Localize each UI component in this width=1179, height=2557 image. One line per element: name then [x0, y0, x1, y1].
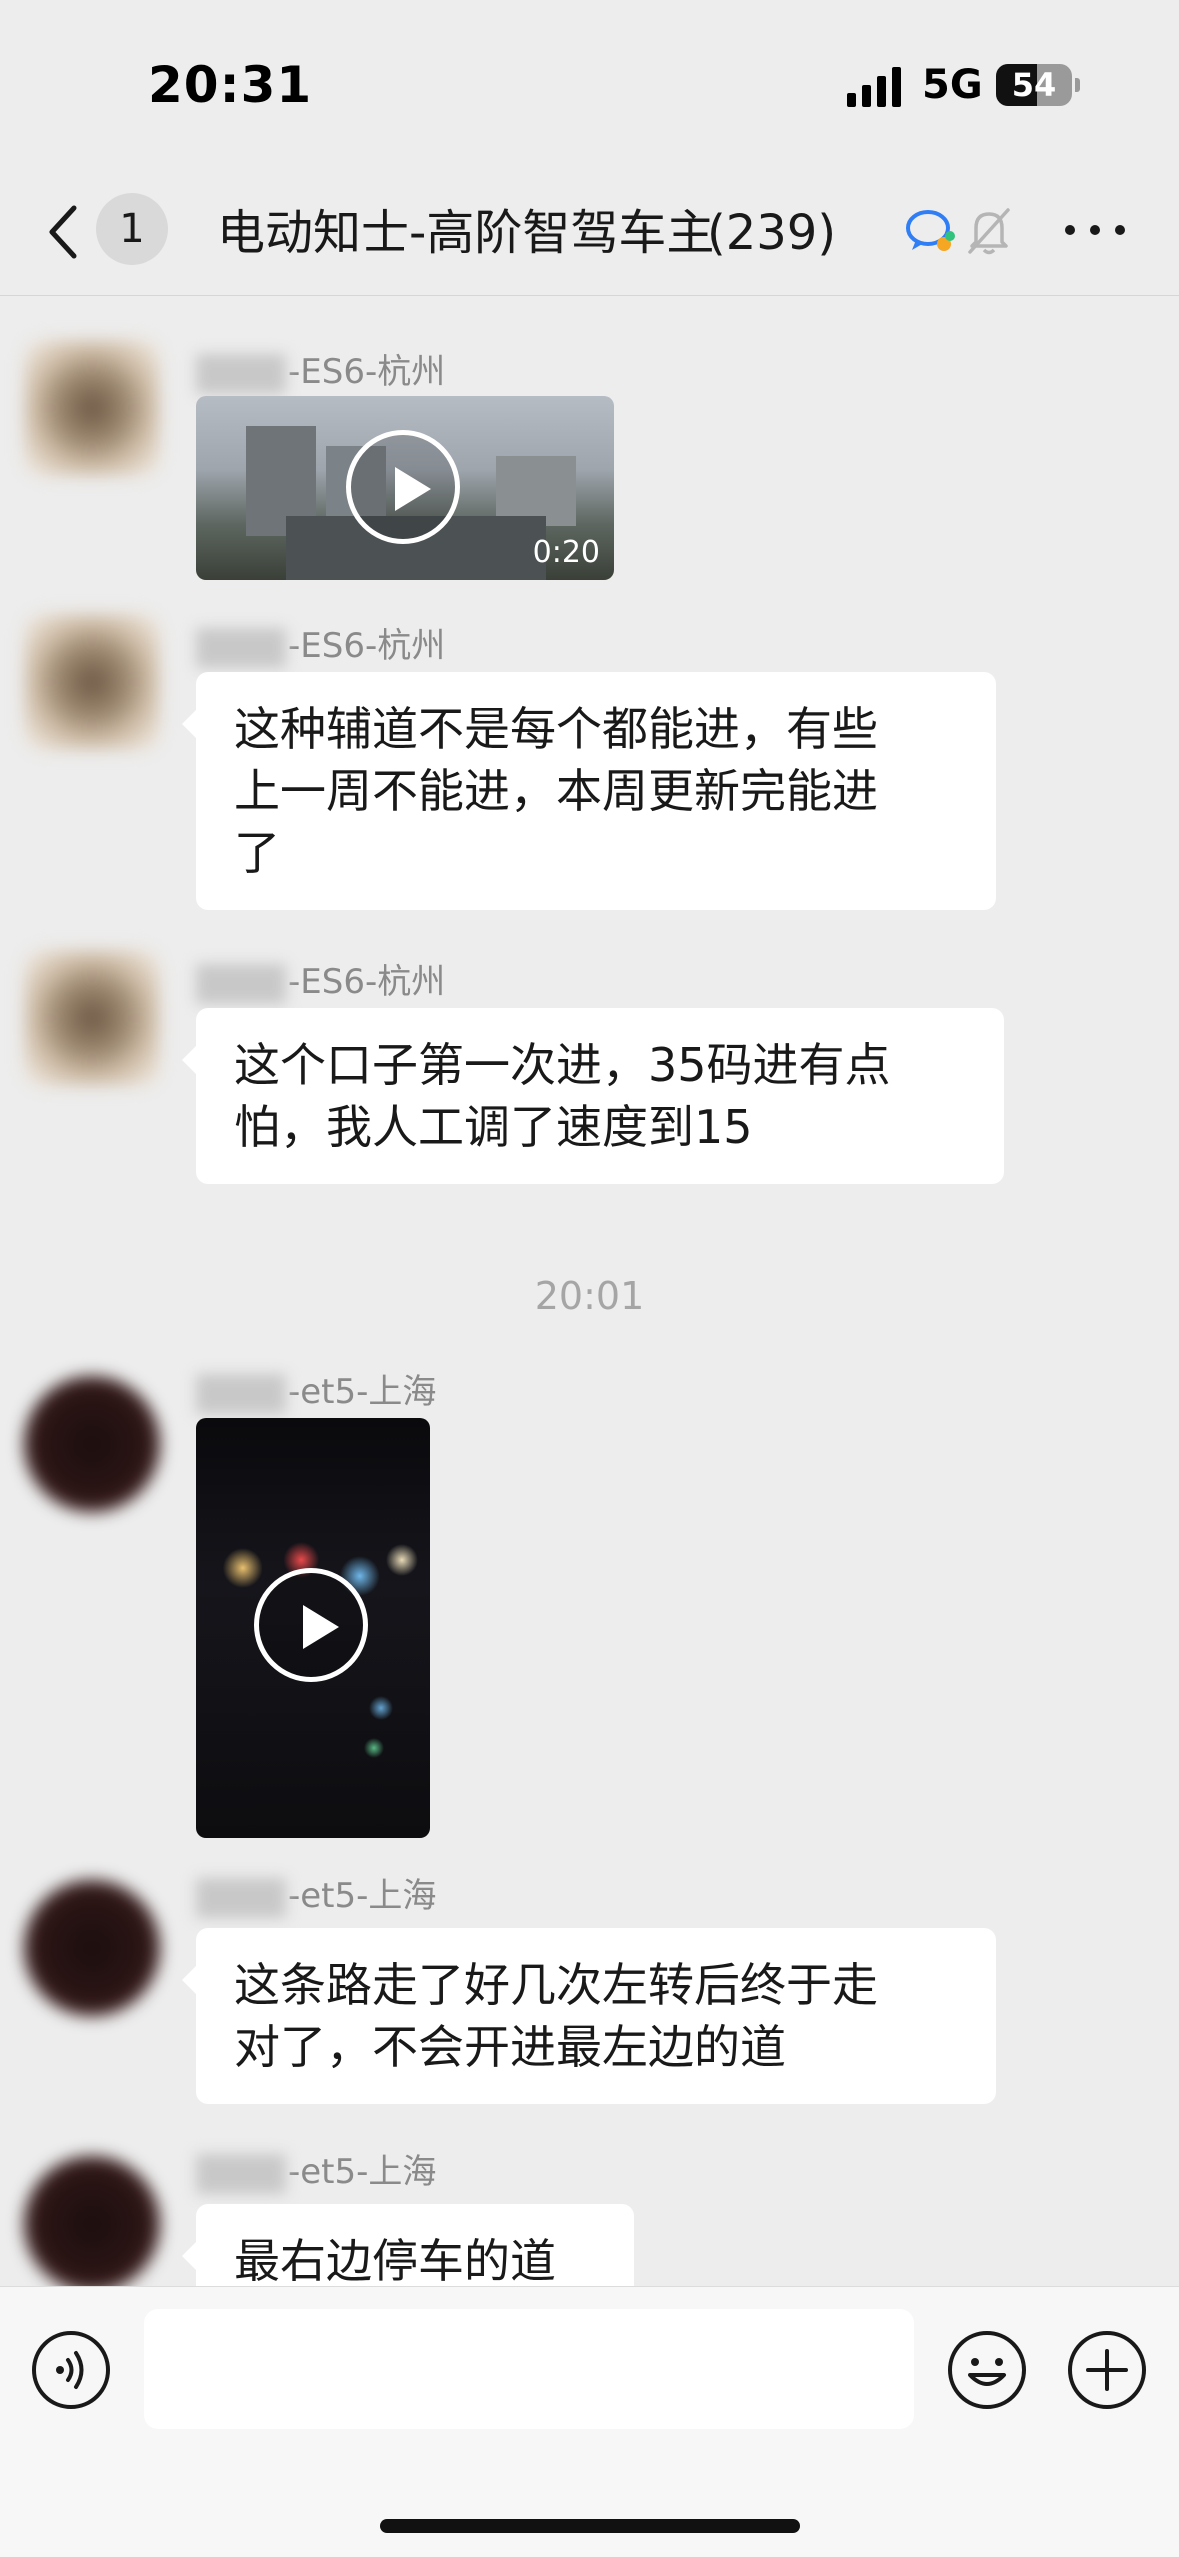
- message-line: 最右边停车的道: [234, 2234, 556, 2286]
- blurred-name: [196, 2153, 286, 2194]
- status-time: 20:31: [148, 56, 313, 114]
- blurred-name: [196, 963, 286, 1004]
- bell-muted-icon: [968, 208, 1010, 255]
- nav-bar: 1 电动知士-高阶智驾车主 (239): [0, 170, 1179, 296]
- blurred-name: [196, 1373, 286, 1414]
- avatar[interactable]: [24, 340, 160, 476]
- sender-name: -ES6-杭州: [196, 344, 445, 394]
- avatar[interactable]: [24, 614, 160, 750]
- avatar[interactable]: [24, 1376, 160, 1512]
- unread-badge[interactable]: 1: [96, 193, 168, 265]
- message-input[interactable]: [144, 2309, 914, 2429]
- chevron-left-icon[interactable]: [40, 200, 90, 264]
- emoji-icon[interactable]: [946, 2329, 1028, 2411]
- battery-icon: 54: [996, 64, 1080, 106]
- play-icon[interactable]: [346, 430, 460, 544]
- network-label: 5G: [922, 62, 983, 108]
- sender-name: -et5-上海: [196, 2144, 436, 2194]
- blurred-name: [196, 627, 286, 668]
- signal-icon: [847, 67, 901, 107]
- message-line: 对了，不会开进最左边的道: [234, 2020, 786, 2074]
- avatar[interactable]: [24, 1880, 160, 2016]
- text-message[interactable]: 这个口子第一次进，35码进有点 怕，我人工调了速度到15: [182, 1008, 1004, 1184]
- home-indicator[interactable]: [380, 2519, 800, 2533]
- blurred-name: [196, 353, 286, 394]
- plus-icon[interactable]: [1066, 2329, 1148, 2411]
- blurred-name: [196, 1877, 286, 1918]
- play-icon[interactable]: [254, 1568, 368, 1682]
- video-message[interactable]: [196, 1418, 430, 1838]
- text-message[interactable]: 最右边停车的道: [182, 2204, 634, 2286]
- message-line: 这个口子第一次进，35码进有点: [234, 1038, 891, 1092]
- video-message[interactable]: 0:20: [196, 396, 614, 580]
- message-line: 这种辅道不是每个都能进，有些: [234, 702, 878, 756]
- sender-name: -et5-上海: [196, 1364, 436, 1414]
- message-line: 怕，我人工调了速度到15: [234, 1100, 753, 1154]
- text-message[interactable]: 这种辅道不是每个都能进，有些 上一周不能进，本周更新完能进 了: [182, 672, 996, 910]
- battery-level: 54: [1011, 66, 1057, 104]
- sender-name: -ES6-杭州: [196, 954, 445, 1004]
- message-line: 这条路走了好几次左转后终于走: [234, 1958, 878, 2012]
- enterprise-chat-icon: [906, 210, 955, 251]
- time-divider: 20:01: [534, 1274, 645, 1318]
- message-line: 了: [234, 826, 280, 880]
- avatar[interactable]: [24, 2156, 160, 2286]
- voice-icon[interactable]: [30, 2329, 112, 2411]
- status-bar: 20:31 5G 54: [0, 0, 1179, 170]
- chat-area[interactable]: -ES6-杭州 0:20 -ES6-杭州 这种辅道不是每个都能进，有些 上一周不…: [0, 296, 1179, 2286]
- sender-name: -et5-上海: [196, 1868, 436, 1918]
- sender-name: -ES6-杭州: [196, 618, 445, 668]
- text-message[interactable]: 这条路走了好几次左转后终于走 对了，不会开进最左边的道: [182, 1928, 996, 2104]
- message-line: 上一周不能进，本周更新完能进: [234, 764, 878, 818]
- input-bar: [0, 2286, 1179, 2557]
- member-count[interactable]: (239): [707, 198, 836, 268]
- more-dots-icon[interactable]: [1060, 210, 1130, 250]
- avatar[interactable]: [24, 950, 160, 1086]
- video-duration: 0:20: [532, 535, 600, 570]
